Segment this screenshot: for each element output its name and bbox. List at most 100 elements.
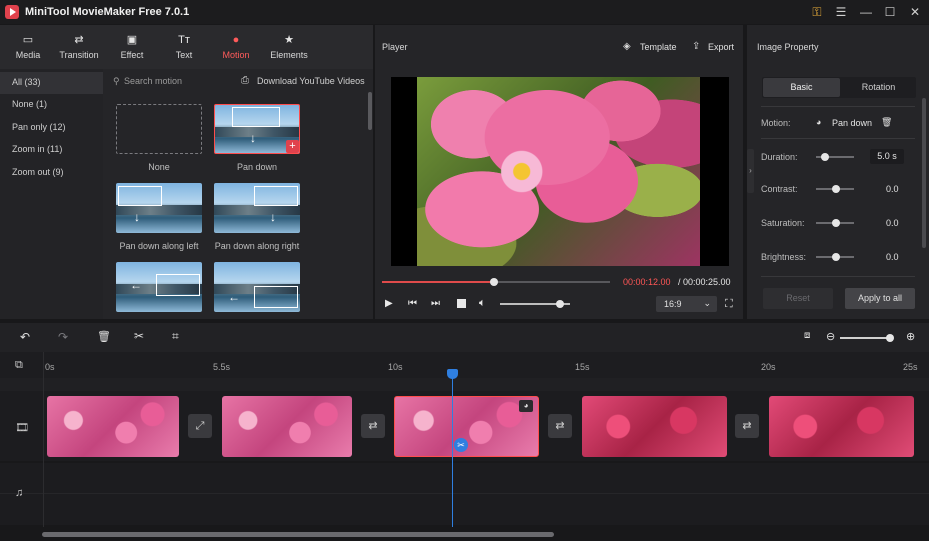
total-time: / 00:00:25.00 <box>678 277 731 287</box>
reset-button[interactable]: Reset <box>763 288 833 309</box>
template-icon: ◈ <box>623 41 631 52</box>
template-button[interactable]: Template <box>640 42 677 52</box>
timeline-clip[interactable] <box>222 396 352 457</box>
tab-motion[interactable]: ● Motion <box>212 25 260 69</box>
category-zoom-in[interactable]: Zoom in (11) <box>0 139 103 161</box>
contrast-handle[interactable] <box>832 185 840 193</box>
motion-icon: ◕ <box>816 117 822 127</box>
timeline-clip[interactable] <box>47 396 179 457</box>
brightness-label: Brightness: <box>761 252 807 262</box>
saturation-label: Saturation: <box>761 218 805 228</box>
zoom-slider[interactable] <box>840 337 892 339</box>
transition-slot[interactable]: ⤢ <box>188 414 212 438</box>
ruler-tick: 10s <box>388 362 403 372</box>
text-icon: Tт <box>178 34 190 46</box>
volume-handle[interactable] <box>555 300 564 308</box>
ruler-tick: 5.5s <box>213 362 231 372</box>
progress-handle[interactable] <box>489 278 498 286</box>
timeline-clip[interactable] <box>582 396 727 457</box>
add-track-icon[interactable]: ⧉ <box>15 359 23 372</box>
undo-icon[interactable]: ↶ <box>20 330 30 344</box>
elements-icon: ★ <box>284 34 294 46</box>
split-at-playhead-icon[interactable]: ✂ <box>454 438 468 452</box>
play-button[interactable]: ▶ <box>385 298 393 309</box>
category-zoom-out[interactable]: Zoom out (9) <box>0 162 103 184</box>
motion-scrollbar[interactable] <box>368 92 372 130</box>
close-button[interactable]: ✕ <box>906 3 924 21</box>
tab-basic[interactable]: Basic <box>763 78 840 97</box>
maximize-button[interactable]: ☐ <box>881 3 899 21</box>
timeline-ruler[interactable] <box>0 352 929 378</box>
playhead-handle[interactable] <box>447 369 458 379</box>
fit-timeline-icon[interactable]: ⧈ <box>804 330 810 341</box>
saturation-value: 0.0 <box>886 218 899 228</box>
tab-text[interactable]: Tт Text <box>160 25 208 69</box>
stop-button[interactable] <box>457 299 466 308</box>
tab-elements[interactable]: ★ Elements <box>265 25 313 69</box>
next-frame-button[interactable]: ⏭ <box>431 298 440 309</box>
crop-icon[interactable]: ⌗ <box>172 329 179 344</box>
frame-overlay <box>254 286 298 308</box>
motion-label: Pan down along right <box>214 241 300 251</box>
tab-label: Media <box>15 50 41 60</box>
tab-label: Transition <box>59 50 99 60</box>
duration-handle[interactable] <box>821 153 829 161</box>
property-scrollbar[interactable] <box>922 98 926 248</box>
audio-track[interactable] <box>0 463 929 525</box>
library-tabs: ▭ Media ⇄ Transition ▣ Effect Tт Text ● Motio… <box>0 25 373 69</box>
motion-none-thumb[interactable] <box>116 104 202 154</box>
split-icon[interactable]: ✂ <box>134 329 144 343</box>
contrast-value: 0.0 <box>886 184 899 194</box>
app-logo-icon <box>5 5 19 19</box>
delete-icon[interactable]: 🗑︎ <box>97 330 111 343</box>
arrow-left-icon: ← <box>228 290 240 304</box>
download-youtube-link[interactable]: Download YouTube Videos <box>257 76 365 86</box>
ruler-tick: 20s <box>761 362 776 372</box>
divider <box>761 106 915 107</box>
previous-frame-button[interactable]: ⏮ <box>408 298 417 309</box>
fullscreen-icon[interactable]: ⛶ <box>725 298 733 311</box>
tab-effect[interactable]: ▣ Effect <box>108 25 156 69</box>
transition-slot[interactable]: ⇄ <box>361 414 385 438</box>
menu-icon[interactable]: ☰ <box>832 3 850 21</box>
collapse-panel-handle[interactable]: › <box>747 149 754 193</box>
add-motion-button[interactable]: + <box>286 140 299 153</box>
brightness-handle[interactable] <box>832 253 840 261</box>
category-pan-only[interactable]: Pan only (12) <box>0 117 103 139</box>
tab-label: Effect <box>120 50 144 60</box>
delete-motion-icon[interactable]: 🗑︎ <box>881 117 892 128</box>
player-title: Player <box>382 42 408 52</box>
saturation-handle[interactable] <box>832 219 840 227</box>
export-button[interactable]: Export <box>708 42 734 52</box>
motion-label: Pan down <box>236 162 278 172</box>
minimize-button[interactable]: — <box>857 3 875 21</box>
redo-icon[interactable]: ↷ <box>58 330 68 344</box>
frame-overlay <box>156 274 200 296</box>
tab-media[interactable]: ▭ Media <box>4 25 52 69</box>
zoom-in-icon[interactable]: ⊕ <box>906 330 915 343</box>
tab-transition[interactable]: ⇄ Transition <box>55 25 103 69</box>
zoom-handle[interactable] <box>886 334 894 342</box>
arrow-left-icon: ← <box>130 278 142 292</box>
timeline-scrollbar[interactable] <box>42 532 554 537</box>
transition-slot[interactable]: ⇄ <box>735 414 759 438</box>
contrast-label: Contrast: <box>761 184 798 194</box>
search-input[interactable]: Search motion <box>124 76 182 86</box>
frame-overlay <box>232 107 280 127</box>
category-all[interactable]: All (33) <box>0 72 103 94</box>
duration-input[interactable]: 5.0 s <box>870 149 904 164</box>
volume-icon[interactable]: 🔈︎ <box>479 297 486 310</box>
aspect-ratio-select[interactable]: 16:9 ⌄ <box>656 296 717 312</box>
key-icon[interactable]: ⚿ <box>808 3 826 21</box>
timeline-clip[interactable] <box>769 396 914 457</box>
tab-rotation[interactable]: Rotation <box>841 78 916 97</box>
transition-slot[interactable]: ⇄ <box>548 414 572 438</box>
apply-to-all-button[interactable]: Apply to all <box>845 288 915 309</box>
ruler-gap <box>0 378 929 391</box>
category-none[interactable]: None (1) <box>0 94 103 116</box>
zoom-out-icon[interactable]: ⊖ <box>826 330 835 343</box>
motion-icon: ● <box>232 34 240 46</box>
arrow-down-icon: ↓ <box>270 210 276 224</box>
current-time: 00:00:12.00 <box>623 277 671 287</box>
ruler-tick: 15s <box>575 362 590 372</box>
